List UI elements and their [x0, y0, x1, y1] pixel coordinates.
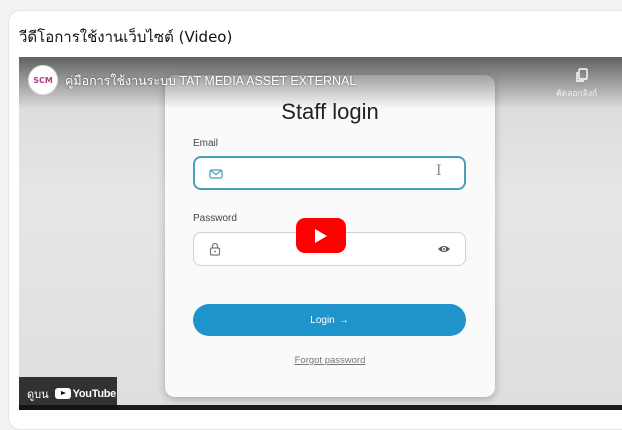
youtube-play-mark-icon: [54, 388, 71, 399]
eye-icon: [438, 246, 450, 252]
channel-avatar-text: SCM: [33, 75, 53, 85]
email-label: Email: [193, 138, 219, 149]
password-label: Password: [193, 213, 237, 224]
forgot-password-link: Forgot password: [294, 355, 366, 366]
section-title: วีดีโอการใช้งานเว็บไซต์ (Video): [19, 28, 233, 46]
youtube-wordmark: YouTube: [72, 387, 117, 400]
email-field: I: [193, 156, 466, 190]
youtube-embed[interactable]: Staff login Email I Password Login → For…: [19, 57, 622, 410]
copy-icon[interactable]: [574, 67, 590, 83]
watch-on-label: ดูบน: [27, 388, 49, 401]
watch-on-youtube-button[interactable]: ดูบน YouTube: [19, 377, 117, 410]
play-icon: [315, 229, 327, 243]
login-button: Login →: [193, 304, 466, 336]
youtube-logo-icon: YouTube: [54, 387, 117, 400]
mail-icon: [209, 169, 223, 179]
copy-link-label[interactable]: คัดลอกลิงก์: [556, 86, 597, 100]
channel-avatar[interactable]: SCM: [28, 65, 58, 95]
arrow-right-icon: →: [338, 314, 349, 326]
login-button-label: Login: [310, 314, 335, 326]
text-cursor-icon: I: [436, 163, 442, 179]
video-title-link[interactable]: คู่มือการใช้งานระบบ TAT MEDIA ASSET EXTE…: [65, 71, 356, 91]
lock-icon: [209, 242, 221, 256]
play-button[interactable]: [296, 218, 346, 253]
